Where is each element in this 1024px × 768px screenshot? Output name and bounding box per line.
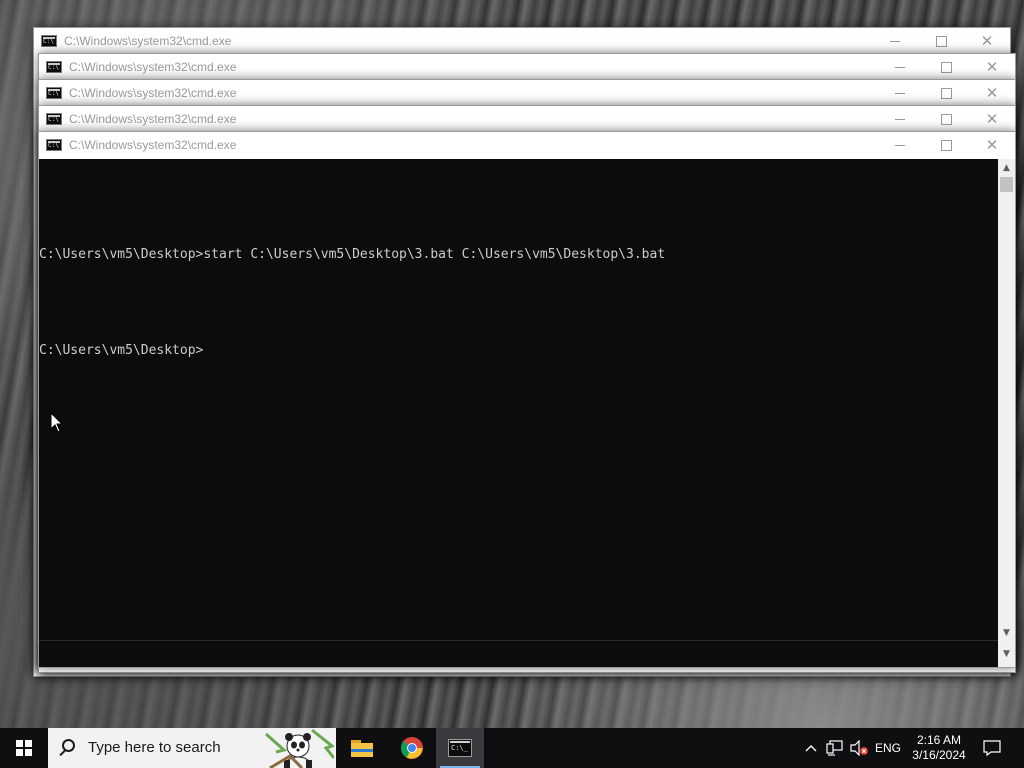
cmd-window-active[interactable]: C:\Windows\system32\cmd.exe ✕ C:\Users\v… <box>38 131 1016 668</box>
maximize-icon <box>940 114 952 125</box>
minimize-button[interactable] <box>877 80 923 107</box>
close-icon: ✕ <box>980 32 994 50</box>
search-highlight-panda-icon <box>265 728 334 768</box>
notification-icon <box>983 740 1001 756</box>
scroll-down-icon[interactable]: ▼ <box>998 624 1015 641</box>
network-button[interactable] <box>824 728 846 768</box>
window-title: C:\Windows\system32\cmd.exe <box>69 138 237 152</box>
taskbar: Type here to search C:\_ ENG 2:16 AM 3/1… <box>0 728 1024 768</box>
cmd-icon <box>41 35 57 47</box>
mouse-cursor-icon <box>50 412 64 433</box>
close-icon: ✕ <box>985 110 999 128</box>
clock-date: 3/16/2024 <box>912 748 966 762</box>
clock-time: 2:16 AM <box>916 733 962 747</box>
close-button[interactable]: ✕ <box>969 80 1015 107</box>
folder-icon <box>351 739 373 757</box>
scroll-thumb[interactable] <box>1000 177 1013 192</box>
minimize-button[interactable] <box>877 132 923 159</box>
cmd-icon <box>46 87 62 99</box>
minimize-icon <box>895 119 905 120</box>
cmd-icon <box>448 739 472 757</box>
title-bar[interactable]: C:\Windows\system32\cmd.exe ✕ <box>39 132 1015 159</box>
taskbar-file-explorer-button[interactable] <box>338 728 386 768</box>
maximize-button[interactable] <box>918 28 964 55</box>
minimize-icon <box>895 145 905 146</box>
minimize-button[interactable] <box>877 106 923 133</box>
action-center-button[interactable] <box>980 728 1004 768</box>
close-button[interactable]: ✕ <box>969 54 1015 81</box>
close-icon: ✕ <box>985 84 999 102</box>
maximize-icon <box>940 140 952 151</box>
vertical-scrollbar[interactable]: ▲ ▼ <box>998 159 1015 641</box>
close-button[interactable]: ✕ <box>964 28 1010 55</box>
console-bottom-strip <box>39 640 998 667</box>
scroll-up-icon[interactable]: ▲ <box>998 159 1015 176</box>
start-button[interactable] <box>0 728 48 768</box>
search-placeholder[interactable]: Type here to search <box>88 739 221 757</box>
title-bar[interactable]: C:\Windows\system32\cmd.exe ✕ <box>39 106 1015 133</box>
title-bar[interactable]: C:\Windows\system32\cmd.exe ✕ <box>39 54 1015 81</box>
close-button[interactable]: ✕ <box>969 106 1015 133</box>
cmd-icon <box>46 61 62 73</box>
chrome-icon <box>401 737 423 759</box>
console-prompt[interactable]: C:\Users\vm5\Desktop> <box>39 343 994 359</box>
window-title: C:\Windows\system32\cmd.exe <box>64 34 232 48</box>
scroll-down-icon[interactable]: ▼ <box>998 641 1015 667</box>
network-icon <box>826 740 843 756</box>
maximize-icon <box>935 36 947 47</box>
clock-button[interactable]: 2:16 AM 3/16/2024 <box>906 728 972 768</box>
close-button[interactable]: ✕ <box>969 132 1015 159</box>
minimize-button[interactable] <box>877 54 923 81</box>
minimize-icon <box>895 67 905 68</box>
volume-muted-icon <box>850 740 868 756</box>
input-language-button[interactable]: ENG <box>872 728 904 768</box>
window-title: C:\Windows\system32\cmd.exe <box>69 60 237 74</box>
show-hidden-icons-button[interactable] <box>802 728 820 768</box>
title-bar[interactable]: C:\Windows\system32\cmd.exe ✕ <box>34 28 1010 55</box>
taskbar-cmd-button[interactable] <box>436 728 484 768</box>
search-icon <box>62 739 75 752</box>
maximize-button[interactable] <box>923 132 969 159</box>
title-bar[interactable]: C:\Windows\system32\cmd.exe ✕ <box>39 80 1015 107</box>
minimize-icon <box>895 93 905 94</box>
volume-button[interactable] <box>848 728 870 768</box>
maximize-button[interactable] <box>923 80 969 107</box>
desktop: C:\Windows\system32\cmd.exe ✕ C:\Windows… <box>0 0 1024 728</box>
close-icon: ✕ <box>985 136 999 154</box>
console-area[interactable]: C:\Users\vm5\Desktop>start C:\Users\vm5\… <box>39 159 1015 667</box>
chevron-up-icon <box>805 745 817 752</box>
close-icon: ✕ <box>985 58 999 76</box>
minimize-button[interactable] <box>872 28 918 55</box>
console-command-line: C:\Users\vm5\Desktop>start C:\Users\vm5\… <box>39 247 666 262</box>
minimize-icon <box>890 41 900 42</box>
cmd-icon <box>46 139 62 151</box>
maximize-button[interactable] <box>923 106 969 133</box>
taskbar-chrome-button[interactable] <box>388 728 436 768</box>
window-title: C:\Windows\system32\cmd.exe <box>69 112 237 126</box>
maximize-button[interactable] <box>923 54 969 81</box>
maximize-icon <box>940 88 952 99</box>
window-title: C:\Windows\system32\cmd.exe <box>69 86 237 100</box>
windows-logo-icon <box>16 740 32 756</box>
search-box[interactable]: Type here to search <box>48 728 336 768</box>
cmd-icon <box>46 113 62 125</box>
maximize-icon <box>940 62 952 73</box>
console-output[interactable]: C:\Users\vm5\Desktop>start C:\Users\vm5\… <box>39 167 994 391</box>
